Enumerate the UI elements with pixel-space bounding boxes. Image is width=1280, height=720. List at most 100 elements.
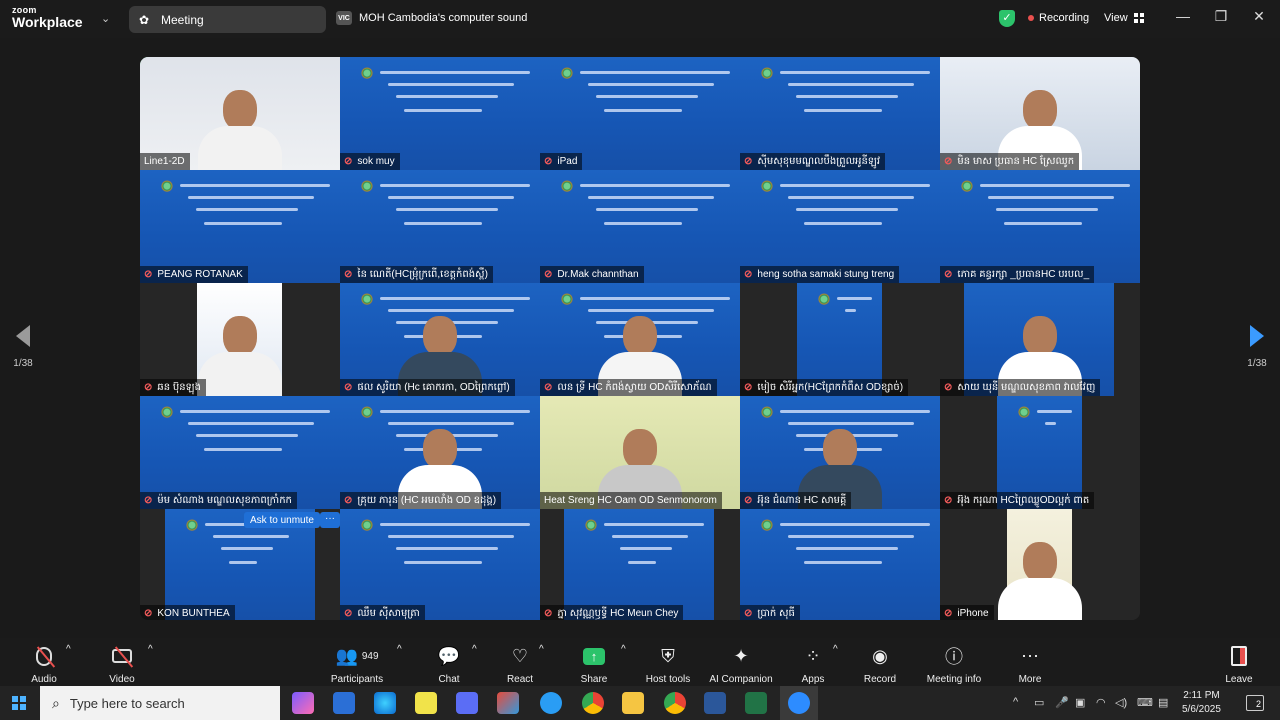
participant-tile[interactable]: ⊘ លន ទ្រី HC កំពង់ស្វាយ ODសិរីសោភ័ណ <box>540 283 740 396</box>
chrome-profile-icon[interactable] <box>664 692 686 714</box>
minimize-icon[interactable]: — <box>1173 8 1193 24</box>
tray-wifi-icon[interactable]: ◠ <box>1096 696 1106 709</box>
tab-meeting[interactable]: ✿ Meeting <box>129 6 326 33</box>
meeting-info-button[interactable]: ⓘ Meeting info <box>922 644 986 685</box>
store-icon[interactable] <box>333 692 355 714</box>
zoom-app-icon <box>788 692 810 714</box>
share-options-caret[interactable]: ^ <box>621 644 626 655</box>
apps-options-caret[interactable]: ^ <box>833 644 838 655</box>
paint-app-icon[interactable] <box>497 692 519 714</box>
video-options-caret[interactable]: ^ <box>148 644 153 655</box>
more-button[interactable]: ⋯ More <box>1014 644 1046 686</box>
grid-app-icon[interactable] <box>456 692 478 714</box>
search-icon: ⌕ <box>52 694 60 711</box>
excel-icon[interactable] <box>745 692 767 714</box>
participant-tile[interactable]: ⊘ នៃ ណេតី(HCម្រុំក្រពើ,ខេត្តកំពង់ស្ពឺ) <box>340 170 540 283</box>
react-button[interactable]: ♡ React <box>503 644 537 686</box>
tray-camera-icon[interactable]: ▣ <box>1075 696 1085 709</box>
ai-companion-button[interactable]: ✦ AI Companion <box>706 644 776 686</box>
react-options-caret[interactable]: ^ <box>539 644 544 655</box>
record-label: Record <box>863 674 897 685</box>
participant-tile[interactable]: ⊘ Dr.Mak channthan <box>540 170 740 283</box>
file-explorer-icon[interactable] <box>622 692 644 714</box>
audio-options-caret[interactable]: ^ <box>66 644 71 655</box>
notification-center-icon[interactable]: 2 <box>1246 695 1264 711</box>
participant-name-label: ⊘ គ្រុយ ភារុន (HC អមលាំង OD ឧដុង្គ) <box>340 492 502 509</box>
windows-start-icon[interactable] <box>12 696 26 710</box>
next-page-button[interactable]: 1/38 <box>1243 325 1271 369</box>
chat-button[interactable]: 💬 Chat <box>432 644 466 686</box>
ask-to-unmute-button[interactable]: Ask to unmute <box>244 512 320 528</box>
participant-tile[interactable]: ⊘ មៀច សិរីអ្នក(HCព្រែកកំពឹស ODខ្សាច់) <box>740 283 940 396</box>
share-button[interactable]: ↑ Share <box>576 644 612 685</box>
mic-muted-icon: ⊘ <box>544 269 553 280</box>
app-game-icon[interactable] <box>415 692 437 714</box>
participant-name: ស៊ីមសុខុមមណ្ឌលបឹងព្រួលអូនីឡូវ <box>757 156 880 167</box>
participant-tile[interactable]: ⊘ ម៉ម សំណាង មណ្ឌលសុខភាពក្រាំកក <box>140 396 340 509</box>
slide-text-line <box>213 535 289 538</box>
ministry-emblem-icon <box>760 404 774 422</box>
participant-tile[interactable]: ⊘ ភោគ គន្ធរក្សា _ប្រធានHC បរបល_ <box>940 170 1140 283</box>
close-icon[interactable]: ✕ <box>1249 8 1269 25</box>
participants-options-caret[interactable]: ^ <box>397 644 402 655</box>
zoom-logo[interactable]: zoom Workplace <box>12 6 83 30</box>
mic-muted-icon: ⊘ <box>944 156 953 167</box>
recording-indicator[interactable]: Recording <box>1028 12 1089 24</box>
apps-button[interactable]: ⁘ Apps <box>797 644 829 686</box>
participant-tile[interactable]: ⊘ iPhone <box>940 509 1140 620</box>
tray-battery-icon[interactable]: ▭ <box>1034 696 1044 709</box>
edge-icon[interactable] <box>374 692 396 714</box>
participant-tile[interactable]: ⊘ ឈឹម ស៊ីសាមុត្រា <box>340 509 540 620</box>
participant-tile[interactable]: Line1-2D <box>140 57 340 170</box>
participant-tile[interactable]: ⊘ ឆន ប៊ុនឡុង <box>140 283 340 396</box>
tray-app-icon[interactable]: ▤ <box>1158 696 1168 709</box>
chat-options-caret[interactable]: ^ <box>472 644 477 655</box>
copilot-icon[interactable] <box>292 692 314 714</box>
ministry-emblem-icon <box>360 404 374 422</box>
participants-button[interactable]: 👥 949 Participants <box>326 644 388 686</box>
record-button[interactable]: ◉ Record <box>862 644 898 686</box>
tile-more-button[interactable]: ··· <box>320 512 340 528</box>
participant-tile[interactable]: ⊘ ផល សូរិយា (Hc គោករកា, ODព្រៃកព្លៅ) <box>340 283 540 396</box>
word-icon[interactable] <box>704 692 726 714</box>
slide-text-line <box>988 196 1114 199</box>
participant-tile[interactable]: ⊘ ប្រាក់ សុធី <box>740 509 940 620</box>
slide-text-line <box>204 222 282 225</box>
slide-text-line <box>229 561 257 564</box>
chevron-left-icon <box>16 325 30 347</box>
participant-tile[interactable]: Heat Sreng HC Oam OD Senmonorom <box>540 396 740 509</box>
tray-language-icon[interactable]: ⌨ <box>1137 696 1153 709</box>
participant-tile[interactable]: ⊘ មិន មាស ប្រធាន HC ស្រែឈូក <box>940 57 1140 170</box>
participant-tile[interactable]: ⊘ PEANG ROTANAK <box>140 170 340 283</box>
participant-tile[interactable]: ⊘ heng sotha samaki stung treng <box>740 170 940 283</box>
taskbar-clock[interactable]: 2:11 PM 5/6/2025 <box>1182 689 1221 717</box>
slide-text-line <box>796 547 898 550</box>
participant-tile[interactable]: ⊘ ភ្នា សុវណ្ណឫទ្ធី HC Meun Chey <box>540 509 740 620</box>
video-button[interactable]: Video <box>104 644 140 685</box>
participant-tile[interactable]: ⊘ គ្រុយ ភារុន (HC អមលាំង OD ឧដុង្គ) <box>340 396 540 509</box>
leave-button[interactable]: Leave <box>1222 644 1256 685</box>
meeting-info-label: Meeting info <box>926 674 982 685</box>
audio-button[interactable]: Audio <box>26 644 62 685</box>
participant-tile[interactable]: ⊘ អ៊ុង ករុណា HCព្រៃឈ្លូODល្អក់ ពាត <box>940 396 1140 509</box>
tab-screen-share[interactable]: VIC MOH Cambodia's computer sound <box>336 11 527 25</box>
tray-chevron-icon[interactable]: ^ <box>1013 696 1018 708</box>
participant-tile[interactable]: ⊘ iPad <box>540 57 740 170</box>
chrome-icon[interactable] <box>582 692 604 714</box>
mic-muted-icon: ⊘ <box>344 608 353 619</box>
tray-mic-icon[interactable]: 🎤 <box>1055 696 1069 709</box>
host-tools-button[interactable]: ⛨ Host tools <box>643 644 693 686</box>
telegram-icon[interactable] <box>540 692 562 714</box>
shield-check-icon[interactable]: ✓ <box>999 10 1015 27</box>
chevron-down-icon[interactable]: ⌄ <box>101 12 110 25</box>
participant-tile[interactable]: ⊘ អ៊ុន ជំណាន HC សាមគ្គី <box>740 396 940 509</box>
participant-tile[interactable]: ⊘ ស៊ីមសុខុមមណ្ឌលបឹងព្រួលអូនីឡូវ <box>740 57 940 170</box>
previous-page-button[interactable]: 1/38 <box>9 325 37 369</box>
taskbar-search-box[interactable]: ⌕ Type here to search <box>40 686 280 720</box>
participant-tile[interactable]: ⊘ សាយ ឃុនី មណ្ឌលសុខភាព វាលវែញ <box>940 283 1140 396</box>
zoom-taskbar-active[interactable] <box>780 686 818 720</box>
tray-volume-icon[interactable]: ◁) <box>1115 696 1127 709</box>
participant-tile[interactable]: ⊘ sok muy <box>340 57 540 170</box>
restore-icon[interactable]: ❐ <box>1211 8 1231 25</box>
view-button[interactable]: View <box>1104 12 1144 24</box>
